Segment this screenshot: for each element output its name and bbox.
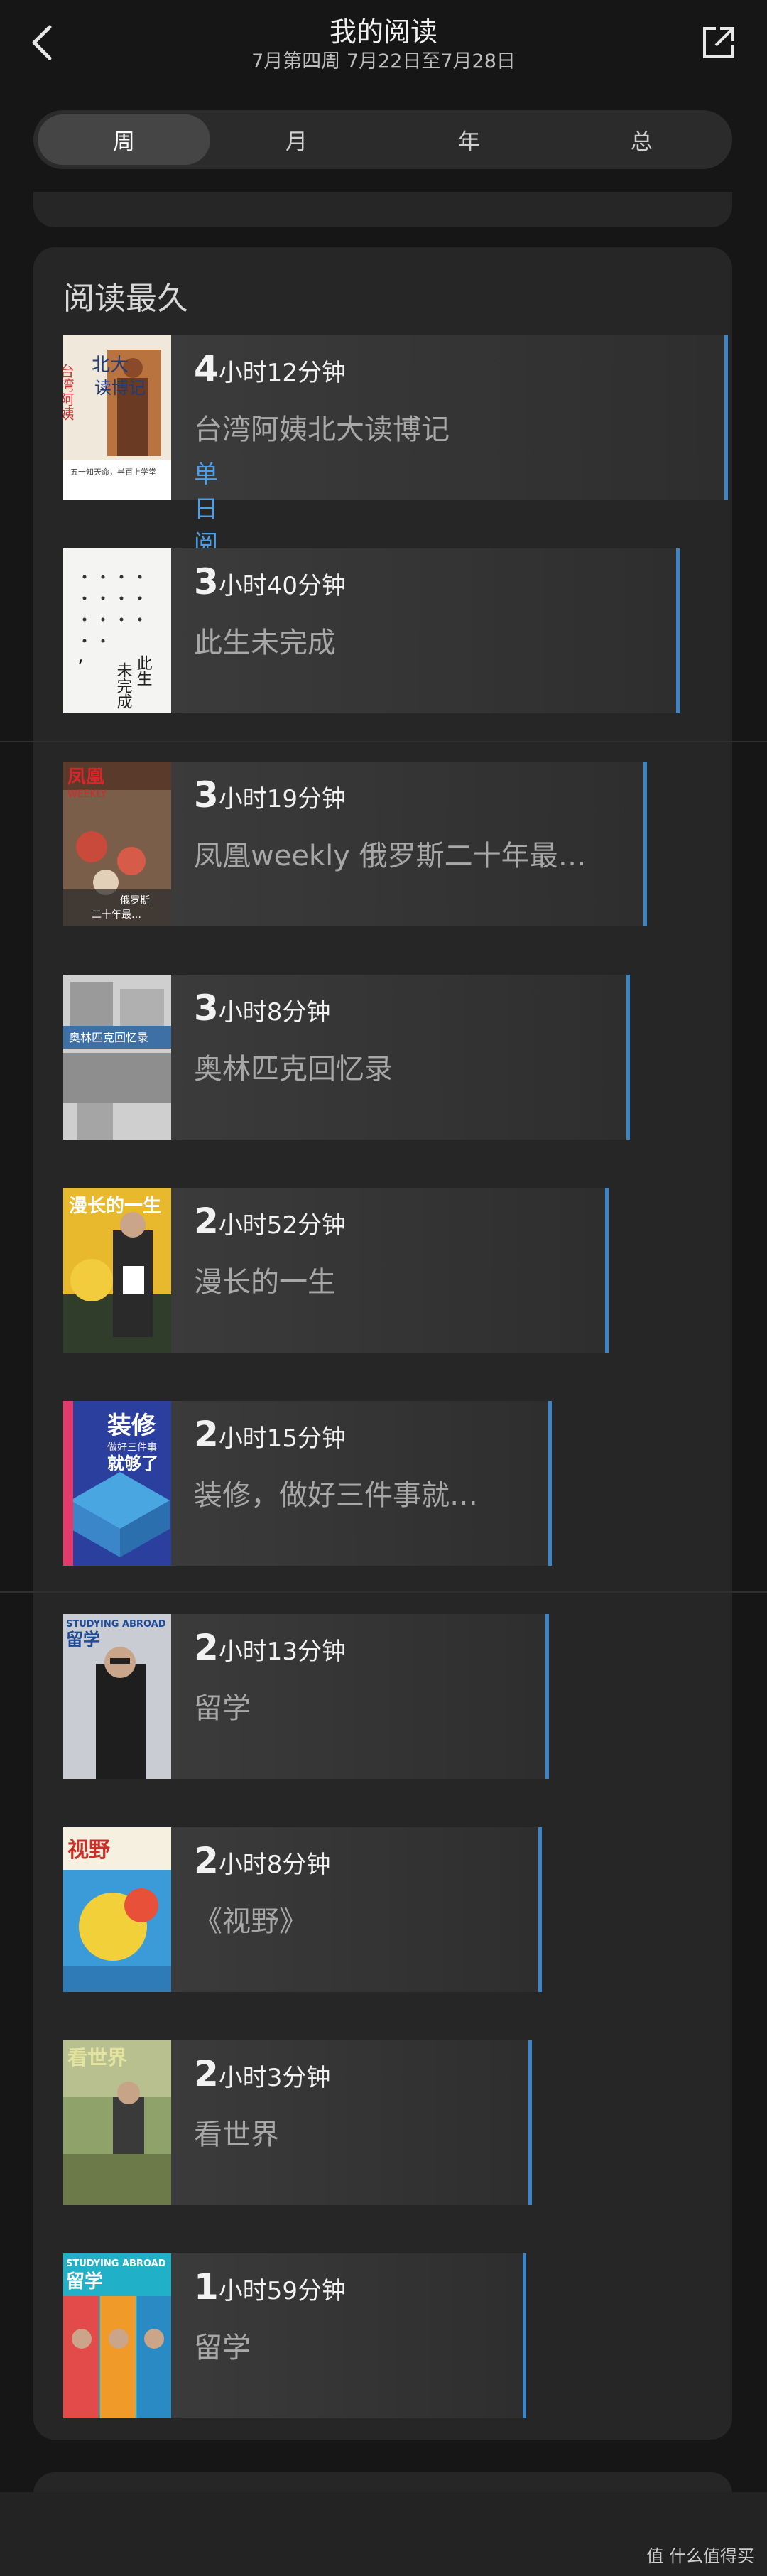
svg-text:未完成: 未完成 xyxy=(114,662,133,709)
reading-duration: 2小时15分钟 xyxy=(194,1414,347,1455)
previous-section-card xyxy=(33,192,732,227)
svg-text:北大: 北大 xyxy=(92,355,129,376)
svg-text:台湾阿姨: 台湾阿姨 xyxy=(63,364,75,421)
top-bar: 我的阅读 7月第四周 7月22日至7月28日 xyxy=(0,0,767,99)
reading-duration: 2小时8分钟 xyxy=(194,1840,331,1881)
book-cover: 装修 做好三件事 就够了 xyxy=(63,1401,171,1566)
date-range: 7月第四周 7月22日至7月28日 xyxy=(251,50,516,72)
book-cover: 看世界 xyxy=(63,2040,171,2205)
page-title: 我的阅读 xyxy=(329,16,437,48)
book-title: 此生未完成 xyxy=(194,627,336,659)
book-cover: STUDYING ABROAD 留学 xyxy=(63,1614,171,1779)
longest-reading-card: 阅读最久 北大 读博记 台湾阿姨 五十知天命，半百上学堂 4小时12分钟 台湾阿… xyxy=(33,247,732,2440)
period-tabs: 周 月 年 总 xyxy=(33,110,732,169)
reading-duration: 2小时52分钟 xyxy=(194,1201,347,1242)
book-title: 奥林匹克回忆录 xyxy=(194,1053,393,1086)
book-cover: 奥林匹克回忆录 xyxy=(63,975,171,1140)
tab-year[interactable]: 年 xyxy=(383,114,555,165)
reading-duration: 2小时13分钟 xyxy=(194,1627,347,1668)
svg-text:看世界: 看世界 xyxy=(67,2046,127,2069)
svg-text:STUDYING ABROAD: STUDYING ABROAD xyxy=(66,2258,166,2269)
svg-text:五十知天命，半百上学堂: 五十知天命，半百上学堂 xyxy=(70,467,156,477)
svg-text:此生: 此生 xyxy=(134,655,153,686)
book-title: 台湾阿姨北大读博记 xyxy=(194,413,450,446)
svg-text:俄罗斯: 俄罗斯 xyxy=(120,895,150,907)
divider xyxy=(0,1591,767,1593)
book-cover: STUDYING ABROAD 留学 xyxy=(63,2253,171,2418)
reading-duration: 3小时19分钟 xyxy=(194,774,347,816)
book-cover: 北大 读博记 台湾阿姨 五十知天命，半百上学堂 xyxy=(63,335,171,500)
share-icon[interactable] xyxy=(699,23,739,63)
svg-text:二十年最…: 二十年最… xyxy=(92,909,141,921)
svg-text:WEEKLY: WEEKLY xyxy=(67,789,107,800)
svg-text:留学: 留学 xyxy=(66,2271,103,2293)
reading-duration: 1小时59分钟 xyxy=(194,2266,347,2307)
tab-total[interactable]: 总 xyxy=(555,114,728,165)
svg-text:STUDYING ABROAD: STUDYING ABROAD xyxy=(66,1619,166,1630)
svg-text:读博记: 读博记 xyxy=(94,378,146,398)
svg-text:奥林匹克回忆录: 奥林匹克回忆录 xyxy=(69,1031,148,1044)
book-cover: 视野 xyxy=(63,1827,171,1992)
book-title: 漫长的一生 xyxy=(194,1266,336,1299)
book-title: 《视野》 xyxy=(194,1905,308,1938)
svg-text:凤凰: 凤凰 xyxy=(67,767,104,788)
divider xyxy=(0,741,767,742)
svg-text:,: , xyxy=(77,644,84,667)
svg-text:做好三件事: 做好三件事 xyxy=(107,1442,157,1454)
book-cover: , 此生 未完成 xyxy=(63,548,171,713)
book-title: 留学 xyxy=(194,2332,251,2364)
reading-duration: 3小时8分钟 xyxy=(194,987,331,1029)
book-cover: 漫长的一生 xyxy=(63,1188,171,1353)
book-title: 装修，做好三件事就… xyxy=(194,1479,478,1512)
reading-duration: 2小时3分钟 xyxy=(194,2053,331,2094)
svg-text:视野: 视野 xyxy=(67,1838,110,1863)
book-title: 看世界 xyxy=(194,2118,279,2151)
svg-text:留学: 留学 xyxy=(66,1630,100,1650)
svg-text:就够了: 就够了 xyxy=(107,1454,158,1473)
reading-duration: 4小时12分钟 xyxy=(194,348,347,389)
book-cover: 凤凰 WEEKLY 俄罗斯 二十年最… xyxy=(63,762,171,926)
svg-text:漫长的一生: 漫长的一生 xyxy=(69,1195,161,1217)
section-title: 阅读最久 xyxy=(63,281,188,317)
book-title: 凤凰weekly 俄罗斯二十年最… xyxy=(194,840,587,872)
tab-week[interactable]: 周 xyxy=(38,114,210,165)
watermark: 值 什么值得买 xyxy=(646,2546,754,2566)
reading-duration: 3小时40分钟 xyxy=(194,561,347,602)
svg-text:装修: 装修 xyxy=(107,1412,156,1440)
book-title: 留学 xyxy=(194,1692,251,1725)
tab-month[interactable]: 月 xyxy=(210,114,383,165)
